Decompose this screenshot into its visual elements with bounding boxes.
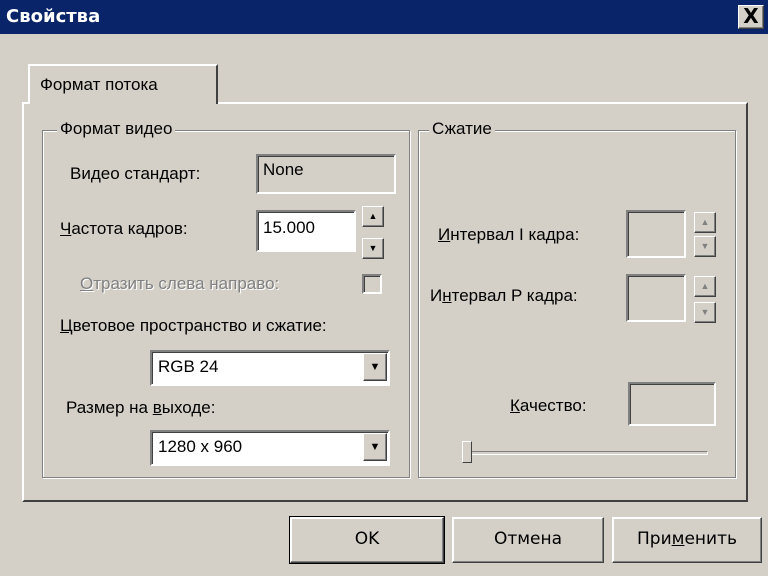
window-title: Свойства bbox=[6, 6, 101, 27]
quality-label-text: ачество: bbox=[519, 396, 587, 415]
up-arrow-icon: ▲ bbox=[700, 217, 710, 227]
down-arrow-icon: ▼ bbox=[700, 241, 710, 251]
quality-label: Качество: bbox=[510, 396, 587, 416]
frame-rate-value: 15.000 bbox=[263, 218, 315, 237]
video-standard-field: None bbox=[256, 154, 396, 194]
close-icon: X bbox=[743, 4, 759, 28]
colorspace-value: RGB 24 bbox=[158, 357, 219, 376]
output-size-label-accel: в bbox=[152, 398, 162, 417]
i-frame-down-button[interactable]: ▼ bbox=[694, 236, 716, 257]
i-frame-interval-input[interactable] bbox=[626, 210, 686, 258]
output-size-label-post: ыходе: bbox=[161, 398, 216, 417]
colorspace-select[interactable]: RGB 24 ▼ bbox=[150, 350, 390, 386]
quality-slider-track[interactable] bbox=[462, 451, 708, 455]
compression-group-title: Сжатие bbox=[429, 119, 495, 139]
frame-rate-up-button[interactable]: ▲ bbox=[362, 206, 384, 227]
output-size-label: Размер на выходе: bbox=[66, 398, 215, 418]
mirror-label: Отразить слева направо: bbox=[80, 274, 279, 294]
video-standard-value: None bbox=[263, 160, 304, 179]
up-arrow-icon: ▲ bbox=[368, 211, 378, 221]
frame-rate-input[interactable]: 15.000 bbox=[256, 210, 356, 252]
chevron-down-icon: ▼ bbox=[369, 361, 381, 373]
frame-rate-label: Частота кадров: bbox=[60, 219, 188, 239]
quality-slider-thumb[interactable] bbox=[462, 441, 472, 463]
p-frame-interval-label: Интервал P кадра: bbox=[430, 286, 578, 306]
cancel-button[interactable]: Отмена bbox=[452, 517, 604, 563]
i-frame-label-accel: И bbox=[438, 225, 451, 244]
frame-rate-label-text: астота кадров: bbox=[71, 219, 188, 238]
tab-label: Формат потока bbox=[40, 75, 158, 94]
down-arrow-icon: ▼ bbox=[700, 307, 710, 317]
video-format-group-title: Формат видео bbox=[57, 119, 176, 139]
tab-stream-format[interactable]: Формат потока bbox=[28, 64, 218, 104]
title-bar: Свойства X bbox=[0, 0, 768, 34]
output-size-select[interactable]: 1280 x 960 ▼ bbox=[150, 430, 390, 466]
output-size-dropdown-button[interactable]: ▼ bbox=[363, 433, 387, 461]
quality-label-accel: К bbox=[510, 396, 520, 415]
apply-label-accel: м bbox=[671, 529, 685, 549]
p-frame-label-pre: И bbox=[430, 286, 443, 305]
colorspace-dropdown-button[interactable]: ▼ bbox=[363, 353, 387, 381]
i-frame-label-text: нтервал I кадра: bbox=[450, 225, 580, 244]
quality-field bbox=[628, 382, 716, 426]
apply-label-post: енить bbox=[684, 529, 737, 549]
output-size-value: 1280 x 960 bbox=[158, 437, 243, 456]
mirror-label-text: тразить слева направо: bbox=[93, 274, 280, 293]
p-frame-interval-input[interactable] bbox=[626, 274, 686, 322]
up-arrow-icon: ▲ bbox=[700, 281, 710, 291]
frame-rate-label-accel: Ч bbox=[60, 219, 72, 238]
apply-label-pre: При bbox=[637, 529, 672, 549]
mirror-checkbox[interactable] bbox=[362, 274, 382, 294]
chevron-down-icon: ▼ bbox=[369, 441, 381, 453]
p-frame-down-button[interactable]: ▼ bbox=[694, 302, 716, 323]
colorspace-label-text: ветовое пространство и сжатие: bbox=[72, 316, 327, 335]
output-size-label-pre: Размер на bbox=[66, 398, 153, 417]
p-frame-label-post: тервал P кадра: bbox=[451, 286, 578, 305]
p-frame-label-accel: н bbox=[442, 286, 452, 305]
p-frame-up-button[interactable]: ▲ bbox=[694, 276, 716, 297]
colorspace-label: Цветовое пространство и сжатие: bbox=[60, 316, 327, 336]
apply-button[interactable]: Применить bbox=[612, 517, 762, 563]
i-frame-up-button[interactable]: ▲ bbox=[694, 212, 716, 233]
close-button[interactable]: X bbox=[738, 5, 764, 29]
mirror-label-accel: О bbox=[80, 274, 94, 293]
frame-rate-down-button[interactable]: ▼ bbox=[362, 238, 384, 259]
colorspace-label-accel: Ц bbox=[60, 316, 73, 335]
i-frame-interval-label: Интервал I кадра: bbox=[438, 225, 579, 245]
video-standard-label: Видео стандарт: bbox=[70, 164, 201, 183]
down-arrow-icon: ▼ bbox=[368, 243, 378, 253]
ok-button[interactable]: OK bbox=[289, 516, 445, 564]
